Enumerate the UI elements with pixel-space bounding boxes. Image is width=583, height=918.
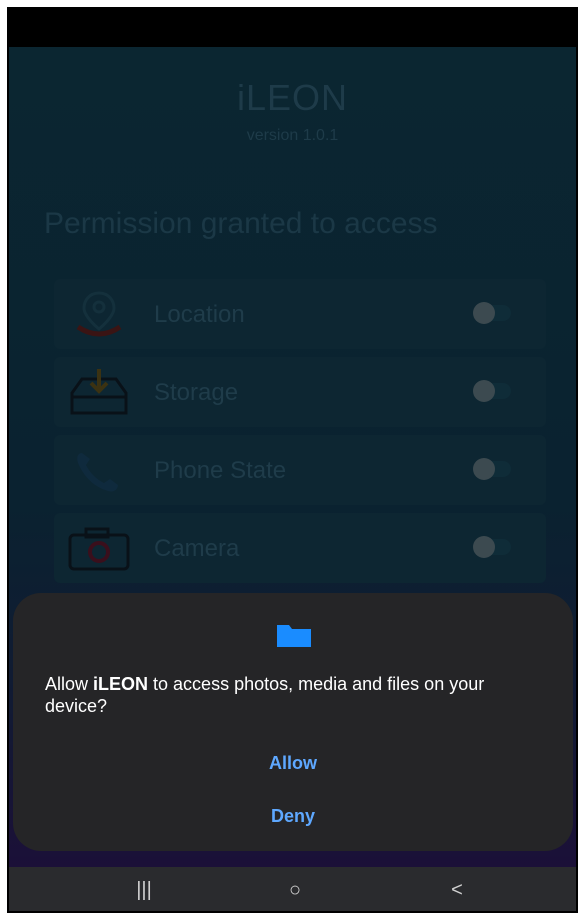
permission-label-phone-state: Phone State	[154, 457, 287, 484]
status-bar	[9, 9, 576, 47]
deny-button[interactable]: Deny	[193, 806, 393, 827]
permission-row-phone-state: Phone State	[54, 435, 546, 505]
home-button[interactable]: ○	[275, 879, 315, 903]
dialog-app-name: iLEON	[93, 674, 149, 694]
permission-label-camera: Camera	[154, 535, 240, 562]
permission-row-location: Location	[54, 279, 546, 349]
back-button[interactable]: <	[437, 879, 477, 903]
permission-label-location: Location	[154, 301, 245, 328]
permission-list: Location Storage Phone State Camera	[54, 279, 546, 591]
permission-dialog: Allow iLEON to access photos, media and …	[13, 593, 573, 851]
dialog-message-prefix: Allow	[45, 674, 94, 694]
camera-icon	[68, 527, 130, 571]
location-pin-icon	[76, 291, 122, 337]
recent-apps-button[interactable]: |||	[124, 879, 164, 903]
phone-screen: iLEON version 1.0.1 Permission granted t…	[7, 7, 578, 913]
folder-icon	[277, 625, 311, 647]
allow-button[interactable]: Allow	[193, 753, 393, 774]
camera-toggle[interactable]	[473, 536, 511, 558]
app-version: version 1.0.1	[246, 127, 339, 144]
storage-toggle[interactable]	[473, 380, 511, 402]
location-toggle[interactable]	[473, 302, 511, 324]
storage-download-icon	[70, 369, 128, 415]
permission-row-camera: Camera	[54, 513, 546, 583]
app-title: iLEON	[236, 77, 349, 118]
permission-label-storage: Storage	[154, 379, 239, 406]
permission-heading: Permission granted to access	[44, 207, 438, 240]
phone-state-toggle[interactable]	[473, 458, 511, 480]
permission-row-storage: Storage	[54, 357, 546, 427]
dialog-message: Allow iLEON to access photos, media and …	[45, 673, 545, 717]
phone-icon	[77, 453, 118, 492]
navigation-bar: ||| ○ <	[9, 867, 576, 911]
